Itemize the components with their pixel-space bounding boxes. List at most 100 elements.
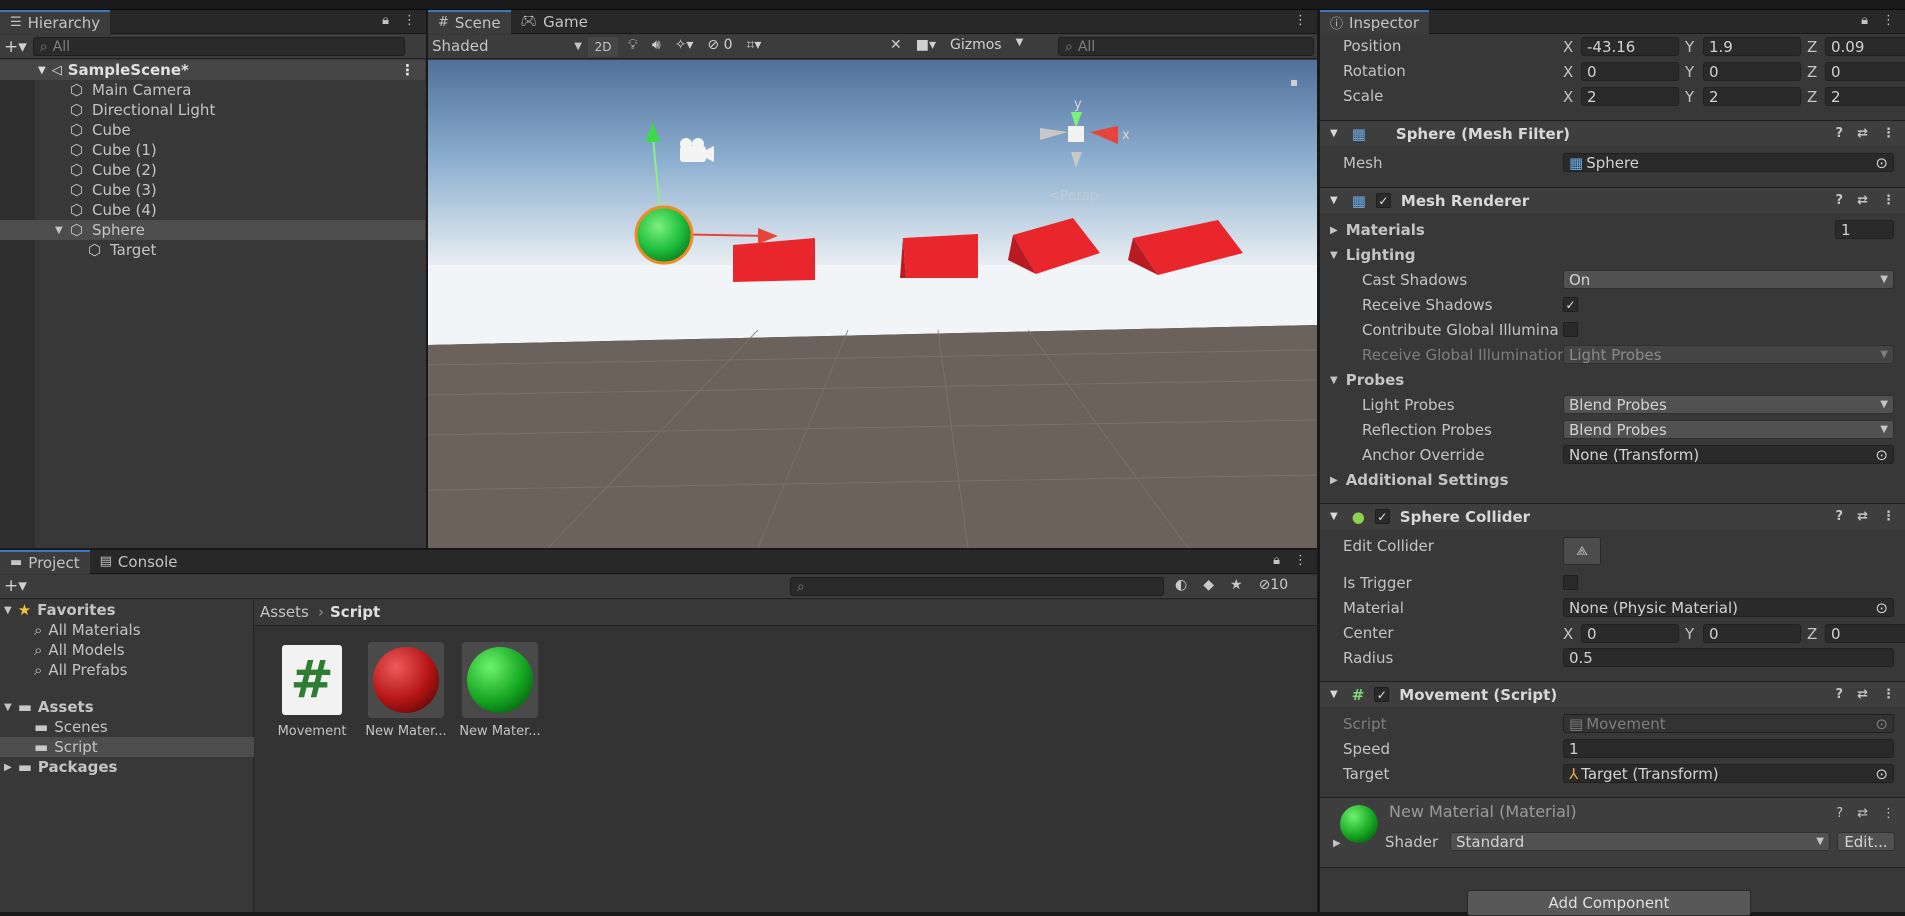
lighting-toggle-icon[interactable]: 💡︎ — [628, 37, 638, 53]
hierarchy-item[interactable]: ⬡ Directional Light — [0, 100, 425, 120]
red-cube[interactable] — [733, 238, 815, 282]
help-icon[interactable]: ? — [1836, 509, 1844, 524]
lock-icon[interactable]: ▪ — [1290, 75, 1298, 89]
tab-game[interactable]: 🎮︎ Game — [511, 10, 598, 34]
object-picker-icon[interactable]: ⊙ — [1875, 154, 1888, 171]
expand-arrow-icon[interactable]: ▼ — [55, 225, 63, 236]
rotation-x-field[interactable]: 0 — [1581, 62, 1679, 81]
lighting-foldout[interactable]: ▼ Lighting — [1330, 245, 1416, 265]
scene-viewport[interactable]: y x <Persp ▪ — [428, 60, 1317, 548]
help-icon[interactable]: ? — [1836, 687, 1844, 702]
audio-toggle-icon[interactable]: 🔊︎ — [652, 37, 661, 53]
help-icon[interactable]: ? — [1836, 806, 1843, 821]
probes-foldout[interactable]: ▼ Probes — [1330, 370, 1404, 390]
position-z-field[interactable]: 0.09 — [1825, 37, 1905, 56]
projection-label[interactable]: <Persp — [1048, 188, 1098, 204]
favorites-item[interactable]: ⌕ All Materials — [0, 620, 254, 640]
expand-arrow-icon[interactable]: ▼ — [38, 65, 46, 76]
mesh-filter-header[interactable]: ▼ ▦ Sphere (Mesh Filter) ? ⇄ ⋮ — [1320, 120, 1905, 146]
preset-icon[interactable]: ⇄ — [1857, 126, 1868, 141]
asset-folder-item[interactable]: ▬ Scenes — [0, 717, 254, 737]
help-icon[interactable]: ? — [1836, 126, 1844, 141]
asset-green-material[interactable]: New Mater... — [458, 642, 542, 739]
additional-settings-foldout[interactable]: ▶ Additional Settings — [1330, 470, 1509, 490]
expand-arrow-icon[interactable]: ▶ — [1333, 838, 1341, 849]
more-menu-icon[interactable]: ⋮ — [1294, 553, 1307, 568]
hierarchy-item[interactable]: ⬡ Cube — [0, 120, 425, 140]
more-menu-icon[interactable]: ⋮ — [1882, 193, 1895, 208]
hierarchy-item[interactable]: ▼ ⬡ Sphere — [0, 220, 425, 240]
expand-arrow-icon[interactable]: ▼ — [4, 605, 12, 616]
preset-icon[interactable]: ⇄ — [1857, 509, 1868, 524]
speed-field[interactable]: 1 — [1563, 739, 1894, 758]
cast-shadows-dropdown[interactable]: On ▼ — [1563, 270, 1894, 289]
visibility-icon[interactable]: ⊘ 0 — [707, 37, 732, 53]
selected-sphere[interactable] — [634, 205, 694, 265]
asset-red-material[interactable]: New Mater... — [364, 642, 448, 739]
hierarchy-item[interactable]: ⬡ Cube (4) — [0, 200, 425, 220]
favorites-row[interactable]: ▼ ★ Favorites — [0, 600, 254, 620]
more-menu-icon[interactable]: ⋮ — [1882, 806, 1895, 821]
filter-by-type-icon[interactable]: ◐ — [1175, 577, 1187, 593]
more-menu-icon[interactable]: ⋮ — [1294, 13, 1307, 28]
center-y-field[interactable]: 0 — [1703, 624, 1801, 643]
expand-arrow-icon[interactable]: ▶ — [4, 762, 12, 773]
radius-field[interactable]: 0.5 — [1563, 648, 1894, 667]
expand-arrow-icon[interactable]: ▼ — [1330, 195, 1338, 206]
hierarchy-item[interactable]: ⬡ Main Camera — [0, 80, 425, 100]
packages-row[interactable]: ▶ ▬ Packages — [0, 757, 254, 777]
scale-y-field[interactable]: 2 — [1703, 87, 1801, 106]
add-icon[interactable]: +▾ — [4, 576, 27, 596]
sphere-collider-enabled-checkbox[interactable]: ✓ — [1374, 509, 1390, 524]
lock-icon[interactable]: 🔒︎ — [1861, 13, 1868, 28]
asset-movement-script[interactable]: # Movement — [270, 642, 354, 739]
materials-foldout[interactable]: ▶ Materials — [1330, 220, 1425, 240]
position-x-field[interactable]: -43.16 — [1581, 37, 1679, 56]
shader-dropdown[interactable]: Standard ▼ — [1450, 832, 1830, 851]
more-menu-icon[interactable]: ⋮ — [1882, 126, 1895, 141]
position-y-field[interactable]: 1.9 — [1703, 37, 1801, 56]
mesh-renderer-header[interactable]: ▼ ▦ ✓ Mesh Renderer ? ⇄ ⋮ — [1320, 187, 1905, 213]
effects-icon[interactable]: ✧▾ — [675, 37, 694, 53]
is-trigger-checkbox[interactable] — [1563, 575, 1578, 590]
center-z-field[interactable]: 0 — [1825, 624, 1905, 643]
filter-by-label-icon[interactable]: ◆ — [1203, 577, 1214, 593]
project-search[interactable]: ⌕ — [790, 577, 1164, 596]
tab-scene[interactable]: # Scene — [428, 9, 511, 34]
more-menu-icon[interactable]: ⋮ — [1882, 13, 1895, 28]
tab-console[interactable]: ▤ Console — [90, 550, 188, 574]
expand-arrow-icon[interactable]: ▶ — [1330, 475, 1338, 486]
expand-arrow-icon[interactable]: ▼ — [1330, 375, 1338, 386]
more-menu-icon[interactable]: ⋮ — [1882, 509, 1895, 524]
scene-root-row[interactable]: ▼ ◁ SampleScene* ⋮ — [0, 60, 425, 80]
expand-arrow-icon[interactable]: ▼ — [1330, 128, 1338, 139]
expand-arrow-icon[interactable]: ▼ — [4, 702, 12, 713]
rotation-y-field[interactable]: 0 — [1703, 62, 1801, 81]
expand-arrow-icon[interactable]: ▶ — [1330, 225, 1338, 236]
tab-hierarchy[interactable]: ☰ Hierarchy — [0, 9, 111, 34]
mesh-renderer-enabled-checkbox[interactable]: ✓ — [1375, 193, 1391, 208]
more-menu-icon[interactable]: ⋮ — [403, 13, 416, 28]
favorites-item[interactable]: ⌕ All Prefabs — [0, 660, 254, 680]
hidden-packages-icon[interactable]: ⊘10 — [1259, 577, 1289, 593]
help-icon[interactable]: ? — [1836, 193, 1844, 208]
object-picker-icon[interactable]: ⊙ — [1875, 446, 1888, 463]
more-menu-icon[interactable]: ⋮ — [1882, 687, 1895, 702]
star-icon[interactable]: ★ — [1230, 577, 1243, 593]
expand-arrow-icon[interactable]: ▼ — [1330, 511, 1338, 522]
assets-row[interactable]: ▼ ▬ Assets — [0, 697, 254, 717]
movement-script-header[interactable]: ▼ # ✓ Movement (Script) ? ⇄ ⋮ — [1320, 681, 1905, 707]
expand-arrow-icon[interactable]: ▼ — [1330, 250, 1338, 261]
2d-toggle-button[interactable]: 2D — [588, 37, 618, 57]
tab-inspector[interactable]: ⓘ Inspector — [1320, 9, 1429, 34]
shading-mode-dropdown[interactable]: Shaded ▼ — [432, 37, 582, 55]
receive-shadows-checkbox[interactable]: ✓ — [1563, 297, 1578, 312]
hierarchy-item[interactable]: ⬡ Cube (1) — [0, 140, 425, 160]
tools-icon[interactable]: ✕ — [890, 37, 902, 53]
expand-arrow-icon[interactable]: ▼ — [1330, 689, 1338, 700]
red-cube[interactable] — [903, 234, 978, 278]
light-probes-dropdown[interactable]: Blend Probes ▼ — [1563, 395, 1894, 414]
camera-settings-icon[interactable]: ■▾ — [916, 37, 936, 53]
collider-material-field[interactable]: None (Physic Material) ⊙ — [1563, 598, 1894, 617]
hierarchy-item[interactable]: ⬡ Target — [0, 240, 425, 260]
